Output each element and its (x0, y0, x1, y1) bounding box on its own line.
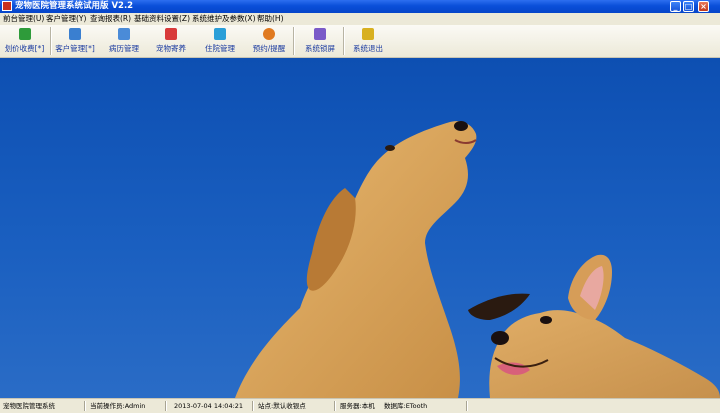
status-database: 数据库:ETooth (384, 402, 428, 410)
menu-help[interactable]: 帮助(H) (257, 13, 284, 25)
menu-reports[interactable]: 查询报表(R) (90, 13, 131, 25)
hospitalization-button[interactable]: 住院管理 (199, 26, 241, 56)
appointment-reminder-button[interactable]: 预约/提醒 (247, 26, 291, 56)
hospitalization-icon (214, 28, 226, 40)
status-server: 服务器:本机 (340, 402, 375, 410)
lock-screen-icon (314, 28, 326, 40)
status-bar: 宠物医院管理系统 当前操作员:Admin 2013-07-04 14:04:21… (0, 398, 720, 413)
exit-icon (362, 28, 374, 40)
toolbar-separator (293, 27, 295, 55)
main-background (0, 58, 720, 398)
exit-button[interactable]: 系统退出 (346, 26, 390, 56)
menu-customer[interactable]: 客户管理(Y) (46, 13, 86, 25)
small-dog-eye (540, 316, 552, 324)
medical-record-button[interactable]: 病历管理 (102, 26, 146, 56)
small-dog-ear-left (468, 293, 530, 320)
large-dog-eye (385, 145, 395, 151)
medical-record-icon (118, 28, 130, 40)
title-bar[interactable]: 宠物医院管理系统试用版 V2.2 _ □ × (0, 0, 720, 13)
menu-front-desk[interactable]: 前台管理(U) (3, 13, 44, 25)
large-dog (235, 121, 477, 398)
alarm-clock-icon (263, 28, 275, 40)
status-operator: 当前操作员:Admin (90, 402, 146, 410)
menu-system-maintenance[interactable]: 系统维护及参数(X) (192, 13, 256, 25)
pet-boarding-button[interactable]: 宠物寄养 (151, 26, 191, 56)
toolbar: 划价收费[*] 客户管理[*] 病历管理 宠物寄养 住院管理 预约/提醒 系统锁… (0, 25, 720, 58)
small-dog-nose (491, 331, 509, 345)
lock-screen-button[interactable]: 系统锁屏 (298, 26, 342, 56)
status-separator (165, 401, 167, 411)
maximize-button[interactable]: □ (683, 1, 694, 12)
small-dog (489, 310, 720, 398)
billing-button[interactable]: 划价收费[*] (1, 26, 48, 56)
minimize-button[interactable]: _ (670, 1, 681, 12)
status-separator (466, 401, 468, 411)
toolbar-separator (343, 27, 345, 55)
pet-boarding-icon (165, 28, 177, 40)
status-station: 站点:默认收银点 (258, 402, 306, 410)
status-app-name: 宠物医院管理系统 (3, 402, 55, 410)
menu-basic-settings[interactable]: 基础资料设置(Z) (134, 13, 190, 25)
customer-icon (69, 28, 81, 40)
status-separator (334, 401, 336, 411)
close-button[interactable]: × (698, 1, 709, 12)
money-icon (18, 28, 31, 40)
status-separator (84, 401, 86, 411)
status-datetime: 2013-07-04 14:04:21 (174, 402, 244, 410)
status-separator (252, 401, 254, 411)
app-icon (2, 1, 12, 11)
large-dog-nose (454, 121, 468, 131)
dogs-background-image (235, 121, 720, 398)
window-title: 宠物医院管理系统试用版 V2.2 (15, 1, 134, 11)
customer-management-button[interactable]: 客户管理[*] (52, 26, 98, 56)
